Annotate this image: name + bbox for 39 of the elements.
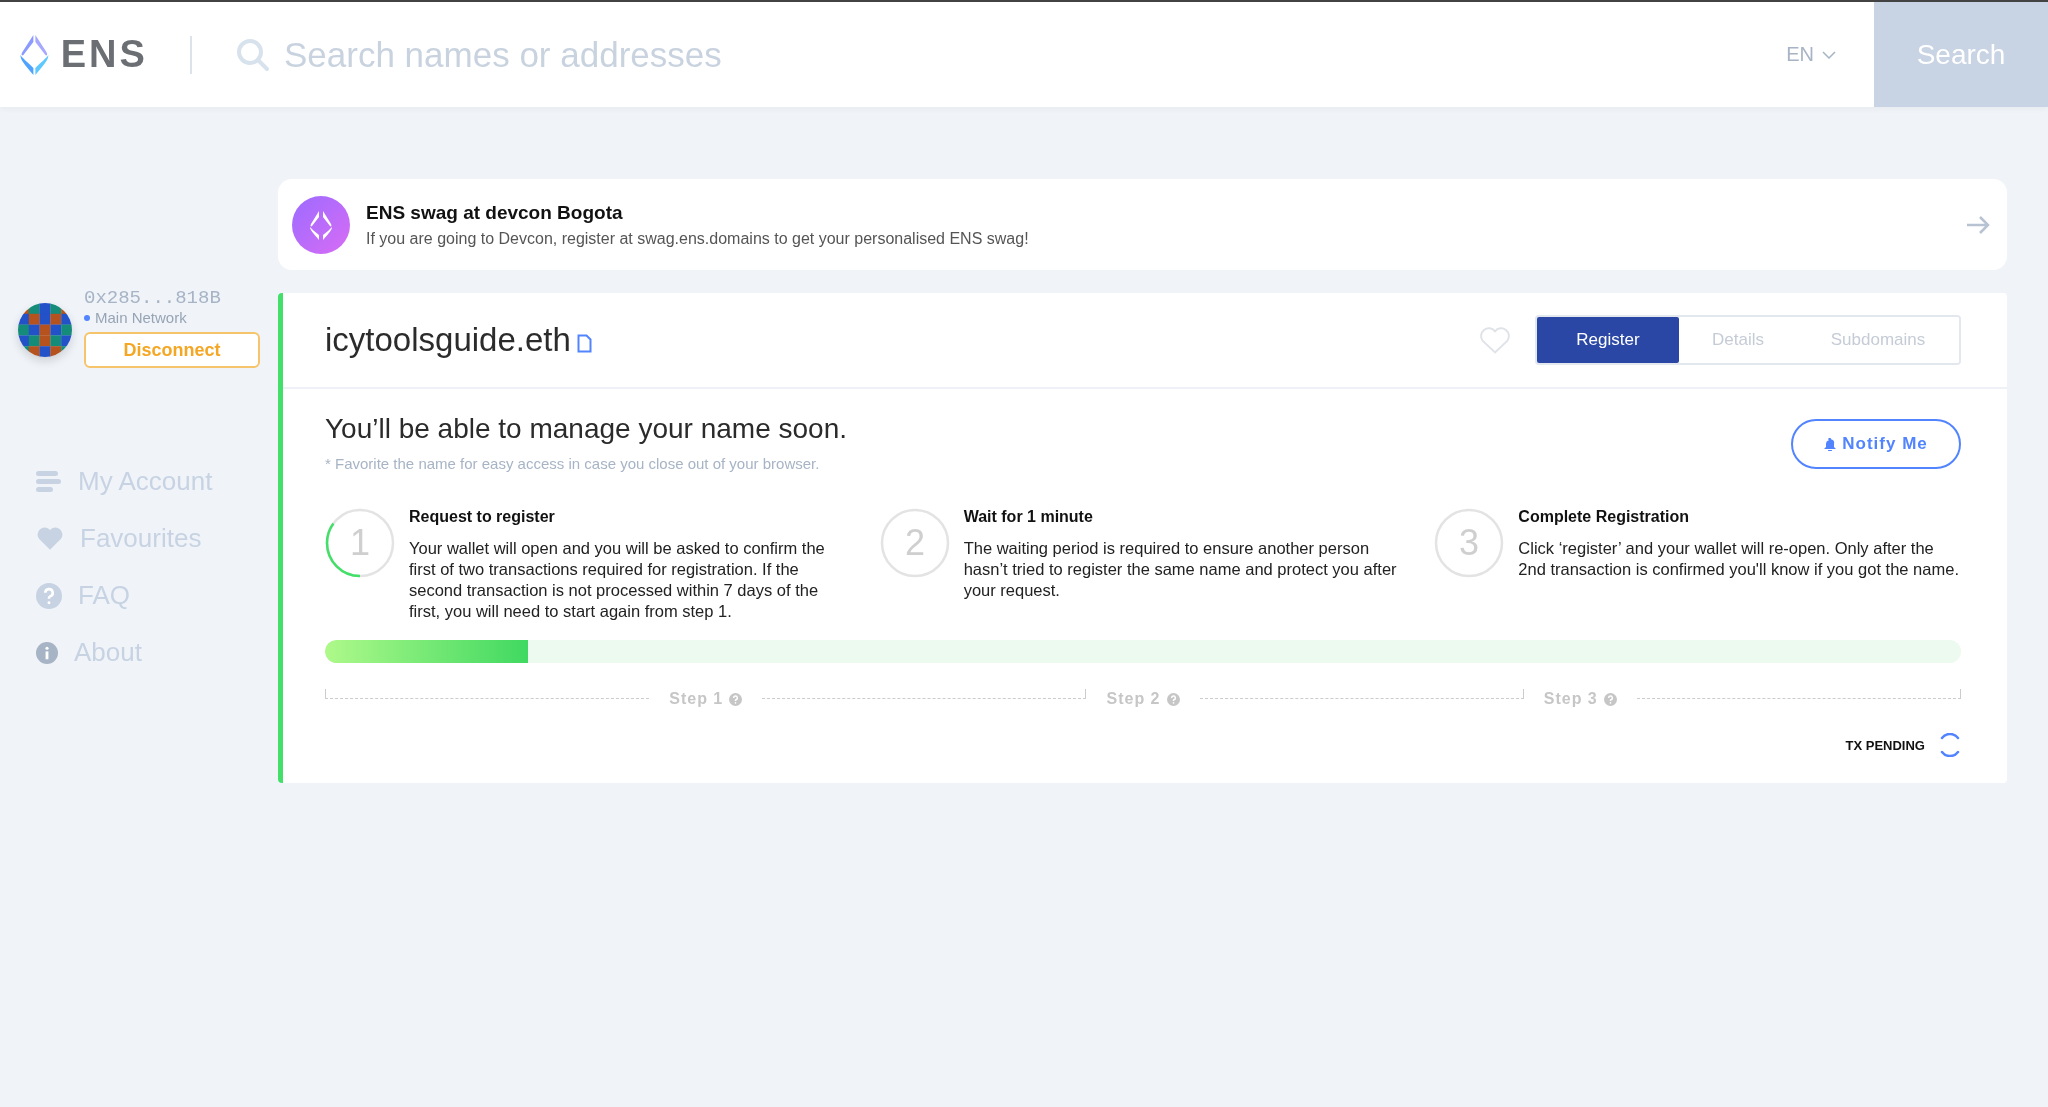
loading-spinner-icon: [1939, 733, 1961, 757]
banner-title: ENS swag at devcon Bogota: [366, 201, 624, 224]
step-description: The waiting period is required to ensure another person hasn’t tried to register the same name and protect you after your request.: [963, 538, 1398, 601]
logo-icon: [292, 195, 350, 254]
info-icon: [36, 641, 58, 664]
tx-status: TX PENDING: [1845, 737, 1925, 753]
status-heading: You’ll be able to manage your name soon.: [325, 413, 847, 445]
logo-text: ENS: [60, 33, 148, 76]
step-title: Request to register: [409, 508, 556, 526]
help-icon: [36, 582, 62, 609]
help-icon: [729, 692, 743, 706]
banner-text: If you are going to Devcon, register at swag.ens.domains to get your personalised ENS swag!: [366, 229, 1030, 248]
search-icon: [236, 37, 270, 72]
copy-icon[interactable]: [576, 333, 592, 353]
announcement-banner[interactable]: ENS swag at devcon Bogota If you are going to Devcon, register at swag.ens.domains to get your personalised ENS swag!: [278, 179, 2007, 270]
menu-icon: [36, 470, 62, 493]
avatar-icon: [18, 303, 72, 357]
favorite-hint: * Favorite the name for easy access in case you close out of your browser.: [325, 455, 821, 472]
logo-icon: [18, 33, 51, 76]
language-dropdown[interactable]: EN: [1780, 42, 1842, 67]
heart-icon: [36, 526, 64, 551]
step-description: Your wallet will open and you will be asked to confirm the first of two transactions required for registration. If the second transaction is not processed within 7 days of the first, you will need to start again from step 1.: [409, 538, 826, 622]
step-title: Complete Registration: [1518, 508, 1690, 526]
step-title: Wait for 1 minute: [963, 508, 1094, 526]
help-icon: [1603, 692, 1617, 706]
notify-button[interactable]: Notify Me: [1791, 419, 1961, 469]
help-icon: [1166, 692, 1180, 706]
step-label: Step 2: [1086, 690, 1200, 708]
domain-name: icytoolsguide.eth: [325, 321, 571, 359]
step-label: Step 3: [1523, 690, 1637, 708]
wallet-address: 0x285...818B: [84, 287, 222, 309]
step-label: Step 1: [649, 690, 763, 708]
arrow-right-icon: [1965, 214, 1991, 235]
chevron-down-icon: [1822, 50, 1836, 59]
bell-icon: [1824, 437, 1837, 451]
step-description: Click ‘register’ and your wallet will re-open. Only after the 2nd transaction is confirmed you'll know if you got the name.: [1518, 538, 1960, 580]
network-label: Main Network: [84, 309, 260, 326]
tab[interactable]: Register: [1537, 317, 1679, 363]
disconnect-button[interactable]: Disconnect: [84, 332, 260, 368]
